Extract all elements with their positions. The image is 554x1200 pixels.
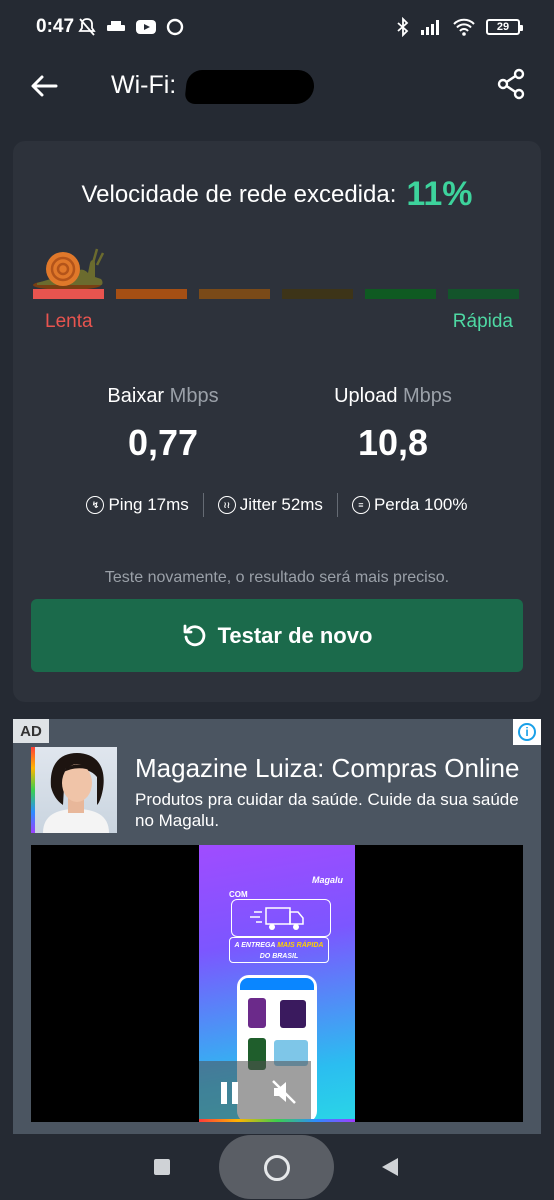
jitter-text: Jitter 52ms	[239, 495, 323, 514]
status-right-icons: 29	[396, 16, 523, 38]
home-button[interactable]	[219, 1135, 334, 1199]
ad-banner[interactable]: AD i Magazine Luiza: Compras Online Prod…	[13, 719, 541, 1134]
scale-fast-label: Rápida	[452, 311, 513, 332]
loss-text: Perda 100%	[373, 495, 468, 514]
download-metric: Baixar Mbps 0,77	[63, 385, 263, 464]
product-image	[280, 1000, 306, 1028]
creative-brand: Magalu	[311, 875, 343, 885]
retest-button[interactable]: Testar de novo	[31, 599, 523, 672]
info-icon: i	[518, 723, 536, 741]
download-unit: Mbps	[169, 385, 219, 407]
ad-info-button[interactable]: i	[513, 719, 541, 745]
status-time: 0:47	[36, 16, 75, 37]
creative-tag-line1: A ENTREGA	[234, 942, 276, 949]
tray-icon	[107, 21, 125, 31]
creative-rainbow-strip	[199, 1119, 355, 1122]
download-label: Baixar	[107, 385, 165, 407]
youtube-icon	[136, 20, 156, 34]
woman-portrait-icon	[43, 753, 109, 833]
ad-title[interactable]: Magazine Luiza: Compras Online	[135, 753, 527, 784]
status-left-icons	[77, 16, 185, 38]
share-icon[interactable]	[496, 68, 526, 100]
status-bar: 0:47 29	[0, 0, 554, 56]
creative-com: COM	[229, 890, 248, 899]
ad-avatar[interactable]	[31, 747, 117, 833]
ad-video[interactable]: Magalu COM A ENTREGA MAIS RÁPIDA DO BRAS…	[31, 845, 523, 1122]
truck-icon	[231, 899, 331, 937]
muted-bell-icon	[78, 18, 96, 36]
retest-hint: Teste novamente, o resultado será mais p…	[104, 569, 450, 586]
battery-icon: 29	[486, 19, 523, 35]
scale-segment-5	[365, 289, 436, 299]
product-image	[248, 998, 266, 1028]
redacted-network-name	[184, 70, 316, 104]
ring-icon	[166, 18, 184, 36]
scale-segment-6	[448, 289, 519, 299]
ping-stat: ↯ Ping 17ms	[72, 495, 202, 515]
upload-value: 10,8	[357, 422, 429, 463]
speed-exceeded-heading: Velocidade de rede excedida: 11%	[13, 175, 541, 214]
signal-icon	[421, 20, 439, 35]
scale-segment-3	[199, 289, 270, 299]
loss-icon: ≡	[351, 496, 370, 514]
scale-segment-1	[33, 289, 104, 299]
speed-exceeded-label: Velocidade de rede excedida:	[81, 181, 397, 208]
ad-description: Produtos pra cuidar da saúde. Cuide da s…	[135, 790, 519, 830]
download-value: 0,77	[127, 422, 199, 463]
wifi-icon	[453, 18, 475, 36]
bluetooth-icon	[397, 17, 409, 37]
ad-badge: AD	[13, 719, 49, 743]
pause-icon[interactable]	[221, 1082, 241, 1104]
speed-scale: Lenta Rápida	[33, 241, 521, 341]
back-arrow-icon[interactable]	[26, 68, 62, 104]
snail-icon	[33, 248, 105, 290]
system-back-button[interactable]	[382, 1158, 398, 1176]
mute-icon[interactable]	[269, 1077, 299, 1107]
refresh-icon	[183, 624, 205, 646]
upload-metric: Upload Mbps 10,8	[293, 385, 493, 464]
upload-label: Upload	[334, 385, 398, 407]
creative-tagline: A ENTREGA MAIS RÁPIDA DO BRASIL	[229, 937, 329, 963]
retest-label: Testar de novo	[217, 622, 373, 648]
result-card: Velocidade de rede excedida: 11% Lenta Rá…	[13, 141, 541, 702]
jitter-stat: ≀≀ Jitter 52ms	[204, 495, 337, 515]
stats-row: ↯ Ping 17ms ≀≀ Jitter 52ms ≡ Perda 100%	[13, 493, 541, 517]
jitter-icon: ≀≀	[217, 496, 236, 514]
scale-segment-4	[282, 289, 353, 299]
scale-segment-2	[116, 289, 187, 299]
creative-tag-line2: DO BRASIL	[259, 953, 299, 960]
upload-unit: Mbps	[403, 385, 452, 407]
system-nav-bar	[0, 1134, 554, 1200]
page-title: Wi-Fi:	[111, 71, 177, 99]
ping-icon: ↯	[86, 496, 105, 514]
loss-stat: ≡ Perda 100%	[338, 495, 482, 515]
scale-slow-label: Lenta	[45, 311, 93, 332]
creative-tag-highlight: MAIS RÁPIDA	[277, 942, 324, 949]
app-toolbar: Wi-Fi:	[0, 56, 554, 120]
recents-button[interactable]	[154, 1159, 170, 1175]
speed-exceeded-percent: 11%	[406, 175, 473, 213]
ping-text: Ping 17ms	[108, 495, 189, 514]
